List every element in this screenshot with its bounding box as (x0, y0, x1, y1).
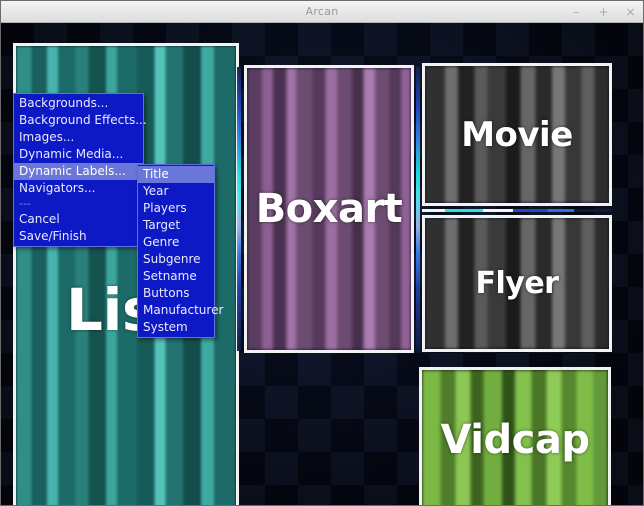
menu-item-save-finish[interactable]: Save/Finish (14, 228, 143, 245)
dynamic-labels-submenu: Title Year Players Target Genre Subgenre… (137, 164, 223, 338)
submenu-item-title[interactable]: Title (138, 166, 214, 183)
panel-vidcap[interactable]: Vidcap (419, 367, 611, 505)
desktop-canvas: List Boxart Movie Flyer Vidcap Backgroun… (1, 23, 643, 505)
submenu-item-setname[interactable]: Setname (138, 268, 214, 285)
submenu-item-system[interactable]: System (138, 319, 214, 336)
panel-boxart-label: Boxart (255, 186, 403, 232)
gradient-strip-right (416, 67, 420, 351)
submenu-item-subgenre[interactable]: Subgenre (138, 251, 214, 268)
gradient-strip-middle (422, 209, 612, 212)
menu-item-dynamic-media[interactable]: Dynamic Media... (14, 146, 143, 163)
panel-vidcap-label: Vidcap (440, 417, 590, 463)
menu-item-cancel[interactable]: Cancel (14, 211, 143, 228)
submenu-item-year[interactable]: Year (138, 183, 214, 200)
panel-boxart[interactable]: Boxart (244, 65, 414, 353)
submenu-item-buttons[interactable]: Buttons (138, 285, 214, 302)
menu-item-dynamic-labels[interactable]: Dynamic Labels... (14, 163, 143, 180)
window-title: Arcan (305, 5, 339, 18)
panel-flyer-label: Flyer (475, 266, 559, 301)
submenu-item-genre[interactable]: Genre (138, 234, 214, 251)
submenu-item-target[interactable]: Target (138, 217, 214, 234)
window-controls: – + × (570, 1, 637, 23)
submenu-item-players[interactable]: Players (138, 200, 214, 217)
minimize-icon[interactable]: – (570, 6, 583, 19)
menu-item-background-effects[interactable]: Background Effects... (14, 112, 147, 129)
menu-item-images[interactable]: Images... (14, 129, 143, 146)
panel-movie-label: Movie (461, 114, 573, 155)
panel-movie[interactable]: Movie (422, 63, 612, 206)
title-bar: Arcan – + × (1, 1, 643, 23)
submenu-item-manufacturer[interactable]: Manufacturer (138, 302, 223, 319)
maximize-icon[interactable]: + (597, 6, 610, 19)
application-window: Arcan – + × List Boxart Movie Flyer Vidc… (0, 0, 644, 506)
menu-item-navigators[interactable]: Navigators... (14, 180, 143, 197)
gradient-strip-left (237, 67, 241, 351)
menu-separator: --- (19, 197, 31, 210)
main-menu: Backgrounds... Background Effects... Ima… (13, 93, 147, 247)
close-icon[interactable]: × (624, 6, 637, 19)
panel-flyer[interactable]: Flyer (422, 215, 612, 352)
menu-item-backgrounds[interactable]: Backgrounds... (14, 95, 143, 112)
